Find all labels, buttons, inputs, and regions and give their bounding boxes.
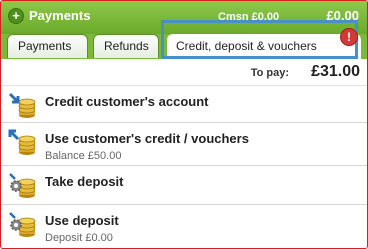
action-title: Credit customer's account — [45, 94, 209, 109]
action-title: Use customer's credit / vouchers — [45, 131, 249, 146]
to-pay-bar: To pay: £31.00 — [1, 61, 367, 86]
coins-arrow-in-icon — [8, 92, 36, 118]
to-pay-amount: £31.00 — [311, 63, 360, 80]
tab-highlight-box — [161, 20, 358, 59]
panel-title: Payments — [29, 8, 91, 23]
tab-payments-label: Payments — [18, 39, 72, 53]
payments-panel: + Payments Cmsn £0.00 £0.00 Payments Ref… — [0, 0, 368, 249]
action-subtitle: Balance £50.00 — [45, 150, 122, 162]
coins-gear-in-icon — [9, 173, 36, 198]
action-subtitle: Deposit £0.00 — [45, 232, 113, 244]
tab-refunds-label: Refunds — [104, 39, 149, 53]
expand-plus-icon[interactable]: + — [8, 8, 24, 24]
alert-icon: ! — [340, 28, 358, 46]
action-title: Use deposit — [45, 213, 119, 228]
action-take-deposit[interactable]: Take deposit — [1, 166, 367, 205]
tab-refunds[interactable]: Refunds — [93, 34, 159, 58]
to-pay-label: To pay: — [250, 67, 289, 79]
tab-payments[interactable]: Payments — [7, 34, 88, 58]
coins-arrow-out-icon — [8, 129, 36, 155]
action-use-customer-credit-vouchers[interactable]: Use customer's credit / vouchers Balance… — [1, 123, 367, 166]
action-title: Take deposit — [45, 174, 124, 189]
coins-gear-out-icon — [9, 212, 36, 237]
action-use-deposit[interactable]: Use deposit Deposit £0.00 — [1, 205, 367, 248]
action-credit-customer-account[interactable]: Credit customer's account — [1, 86, 367, 123]
